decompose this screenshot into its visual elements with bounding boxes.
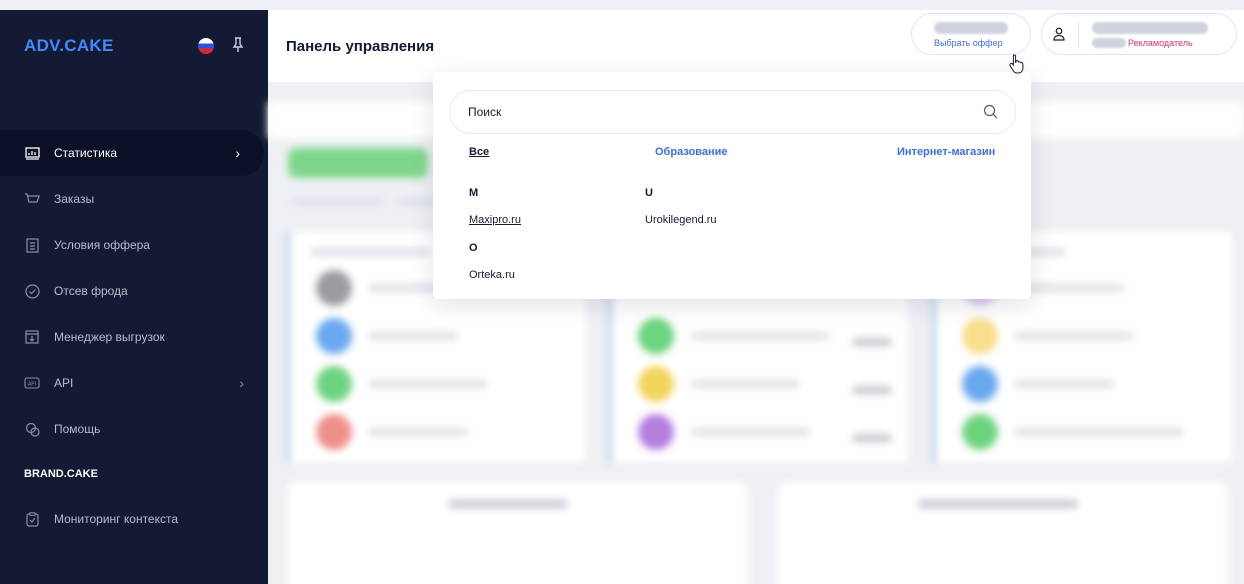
blurred-button: [288, 148, 428, 178]
sidebar-item-label: Отсев фрода: [54, 284, 128, 298]
sidebar-item-context-monitoring[interactable]: Мониторинг контекста: [0, 496, 268, 542]
blurred-dot: [962, 414, 998, 450]
blurred-text: [292, 198, 382, 206]
blurred-text: [852, 434, 892, 442]
clipboard-icon: [24, 511, 40, 527]
select-offer-button[interactable]: Выбрать оффер: [911, 13, 1031, 55]
group-letter: U: [645, 187, 653, 199]
chevron-right-icon: ›: [235, 145, 240, 161]
user-menu-button[interactable]: Рекламодатель: [1041, 13, 1237, 55]
sidebar-item-orders[interactable]: Заказы: [0, 176, 268, 222]
pin-icon[interactable]: [232, 36, 244, 56]
filter-all[interactable]: Все: [469, 146, 489, 158]
blurred-text: [690, 428, 810, 436]
download-icon: [24, 329, 40, 345]
hand-cursor-icon: [1008, 53, 1028, 75]
search-box[interactable]: [449, 90, 1016, 134]
offer-link-maxipro[interactable]: Maxipro.ru: [469, 214, 521, 226]
blurred-dot: [638, 318, 674, 354]
blurred-dot: [316, 318, 352, 354]
blurred-text: [368, 380, 488, 388]
logo[interactable]: ADV.CAKE: [24, 36, 198, 56]
sidebar-item-label: Мониторинг контекста: [54, 512, 179, 526]
api-icon: API: [24, 375, 40, 391]
blurred-text: [852, 386, 892, 394]
offer-name-placeholder: [934, 22, 1008, 34]
blurred-text: [918, 500, 1078, 508]
select-offer-label: Выбрать оффер: [934, 38, 1003, 48]
cart-icon: [24, 191, 40, 207]
sidebar-item-fraud-filter[interactable]: Отсев фрода: [0, 268, 268, 314]
sidebar-item-label: API: [54, 376, 74, 390]
chart-icon: [24, 145, 40, 161]
user-role-label: Рекламодатель: [1128, 38, 1193, 48]
offer-dropdown: Все Образование Интернет-магазин M Maxip…: [433, 72, 1031, 299]
blurred-text: [310, 248, 430, 256]
offer-link-urokilegend[interactable]: Urokilegend.ru: [645, 214, 717, 226]
chevron-right-icon: ›: [239, 375, 244, 391]
divider: [1078, 22, 1079, 48]
blurred-dot: [638, 366, 674, 402]
sidebar-item-statistics[interactable]: Статистика ›: [0, 130, 264, 176]
sidebar-item-api[interactable]: API API ›: [0, 360, 268, 406]
shield-icon: [24, 283, 40, 299]
filter-online-store[interactable]: Интернет-магазин: [897, 146, 995, 158]
blurred-text: [368, 332, 458, 340]
user-name-placeholder: [1092, 22, 1208, 34]
search-input[interactable]: [468, 105, 983, 119]
blurred-text: [1014, 380, 1114, 388]
sidebar-item-label: Менеджер выгрузок: [54, 330, 165, 344]
blurred-text: [690, 380, 800, 388]
sidebar-item-label: Заказы: [54, 192, 95, 206]
svg-text:API: API: [28, 382, 36, 388]
sidebar-header: ADV.CAKE: [0, 10, 268, 82]
sidebar-item-label: Помощь: [54, 422, 101, 436]
blurred-text: [368, 428, 468, 436]
page-title: Панель управления: [286, 37, 435, 55]
blurred-dot: [316, 366, 352, 402]
group-letter: M: [469, 187, 479, 199]
sidebar-item-offer-terms[interactable]: Условия оффера: [0, 222, 268, 268]
blurred-card: [778, 482, 1228, 584]
blurred-dot: [962, 318, 998, 354]
help-icon: [24, 421, 40, 437]
blurred-text: [1014, 428, 1184, 436]
sidebar-item-label: Статистика: [54, 146, 118, 160]
blurred-dot: [316, 414, 352, 450]
group-letter: O: [469, 242, 478, 254]
blurred-text: [1014, 332, 1134, 340]
sidebar-item-label: Условия оффера: [54, 238, 150, 252]
blurred-dot: [316, 270, 352, 306]
section-title: BRAND.CAKE: [24, 468, 98, 480]
blurred-card: [288, 482, 748, 584]
blurred-text: [448, 500, 568, 508]
document-icon: [24, 237, 40, 253]
filter-education[interactable]: Образование: [655, 146, 728, 158]
language-flag-icon[interactable]: [198, 38, 214, 54]
blurred-dot: [638, 414, 674, 450]
user-id-placeholder: [1092, 38, 1126, 48]
search-icon[interactable]: [983, 104, 999, 120]
offer-link-orteka[interactable]: Orteka.ru: [469, 269, 515, 281]
sidebar: ADV.CAKE Статистика › Заказы Условия офф…: [0, 10, 268, 584]
user-icon: [1052, 27, 1066, 41]
sidebar-nav: Статистика › Заказы Условия оффера Отсев…: [0, 130, 268, 542]
blurred-text: [690, 332, 830, 340]
blurred-text: [852, 338, 892, 346]
sidebar-item-help[interactable]: Помощь: [0, 406, 268, 452]
sidebar-item-export-manager[interactable]: Менеджер выгрузок: [0, 314, 268, 360]
blurred-dot: [962, 366, 998, 402]
